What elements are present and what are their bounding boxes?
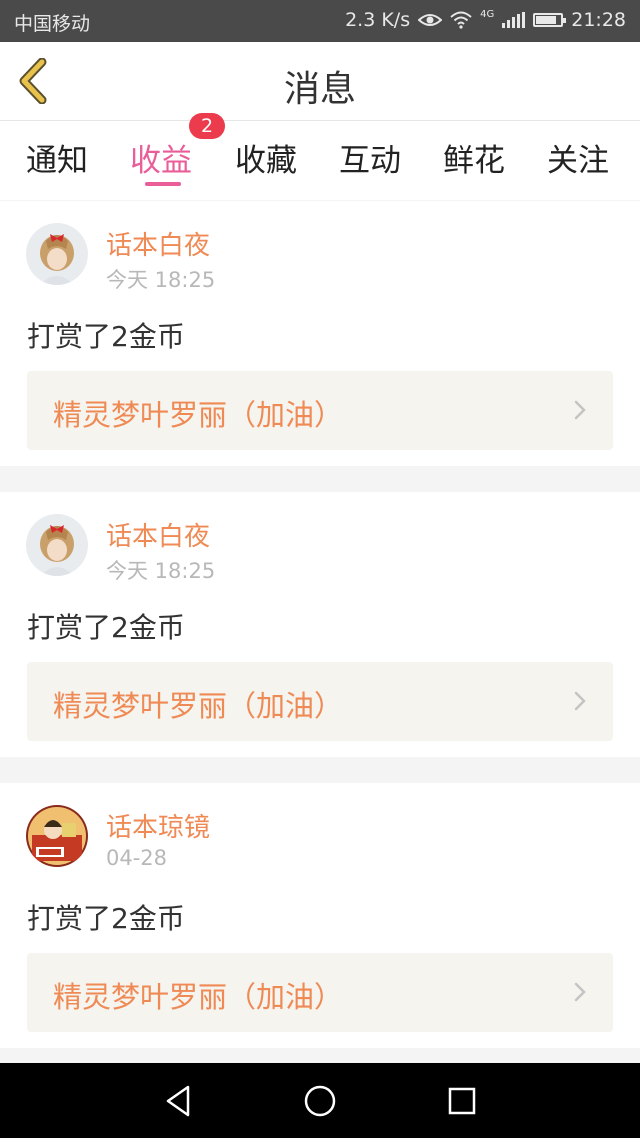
story-title: 精灵梦叶罗丽（加油） (53, 980, 344, 1014)
story-title: 精灵梦叶罗丽（加油） (53, 398, 344, 432)
girl-avatar-icon (26, 223, 88, 285)
eye-icon (418, 14, 443, 26)
sender-name[interactable]: 话本白夜 (106, 516, 210, 553)
avatar[interactable] (26, 514, 88, 576)
message-card: 话本琼镜 04-28 打赏了2金币 精灵梦叶罗丽（加油） (0, 783, 640, 1048)
tab-badge: 2 (189, 113, 225, 139)
recents-square-icon[interactable] (442, 1081, 482, 1121)
tab-notification[interactable]: 通知 (26, 135, 88, 180)
network-type: 4G (480, 8, 495, 20)
message-time: 今天 18:25 (106, 559, 216, 583)
wifi-icon (450, 11, 472, 29)
battery-icon (533, 13, 567, 27)
carrier-name: 中国移动 (14, 13, 91, 35)
story-title: 精灵梦叶罗丽（加油） (53, 689, 344, 723)
message-card: 话本白夜 今天 18:25 打赏了2金币 精灵梦叶罗丽（加油） (0, 492, 640, 757)
chevron-right-icon (574, 400, 586, 420)
signal-icon (502, 12, 526, 28)
page-title: 消息 (283, 69, 356, 110)
story-link[interactable]: 精灵梦叶罗丽（加油） (27, 953, 613, 1032)
message-time: 04-28 (106, 846, 168, 870)
chevron-right-icon (574, 982, 586, 1002)
message-text: 打赏了2金币 (27, 611, 185, 644)
avatar[interactable] (26, 805, 88, 867)
network-speed: 2.3 K/s (345, 9, 411, 31)
status-bar: 中国移动 2.3 K/s 4G 21:28 (0, 0, 640, 42)
message-card: 话本白夜 今天 18:25 打赏了2金币 精灵梦叶罗丽（加油） (0, 201, 640, 466)
message-time: 今天 18:25 (106, 268, 216, 292)
tab-flowers[interactable]: 鲜花 (443, 135, 505, 180)
top-bar: 消息 (0, 42, 640, 121)
tab-interaction[interactable]: 互动 (339, 135, 401, 180)
message-text: 打赏了2金币 (27, 902, 185, 935)
character-avatar-icon (26, 805, 88, 867)
active-tab-indicator (145, 182, 181, 186)
message-text: 打赏了2金币 (27, 320, 185, 353)
back-triangle-icon[interactable] (158, 1081, 198, 1121)
tab-earnings[interactable]: 收益 (130, 135, 192, 180)
sender-name[interactable]: 话本琼镜 (106, 807, 210, 844)
tab-bar: 通知 收益 收藏 互动 鲜花 关注 (0, 121, 640, 200)
home-circle-icon[interactable] (300, 1081, 340, 1121)
story-link[interactable]: 精灵梦叶罗丽（加油） (27, 371, 613, 450)
clock: 21:28 (571, 9, 626, 31)
sender-name[interactable]: 话本白夜 (106, 225, 210, 262)
tab-following[interactable]: 关注 (547, 135, 609, 180)
tab-favorites[interactable]: 收藏 (235, 135, 297, 180)
system-nav-bar (0, 1063, 640, 1138)
story-link[interactable]: 精灵梦叶罗丽（加油） (27, 662, 613, 741)
status-icons: 2.3 K/s 4G 21:28 (345, 8, 626, 32)
avatar[interactable] (26, 223, 88, 285)
chevron-right-icon (574, 691, 586, 711)
girl-avatar-icon (26, 514, 88, 576)
